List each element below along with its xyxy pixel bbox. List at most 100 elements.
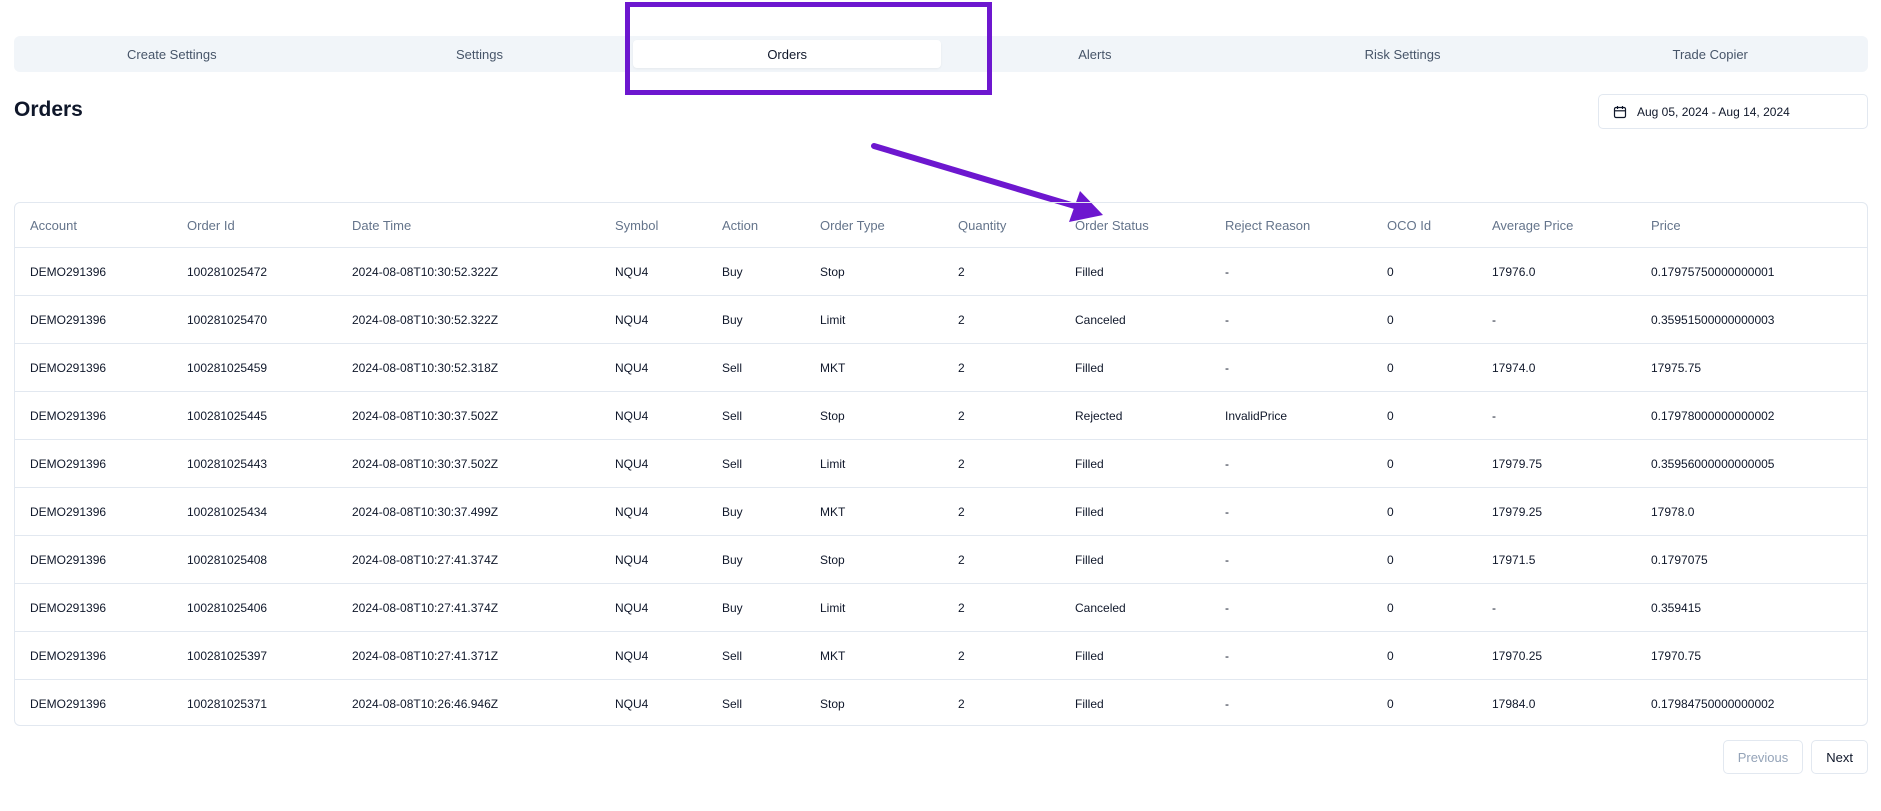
table-row[interactable]: DEMO291396 100281025443 2024-08-08T10:30:3… bbox=[15, 439, 1867, 488]
table-cell: Buy bbox=[707, 247, 805, 296]
table-cell: DEMO291396 bbox=[15, 343, 172, 392]
table-cell: Limit bbox=[805, 295, 943, 344]
table-cell: - bbox=[1210, 439, 1372, 488]
table-cell: 0.35956000000000005 bbox=[1636, 439, 1867, 488]
table-cell: 0.1797075 bbox=[1636, 535, 1867, 584]
table-cell: Filled bbox=[1060, 439, 1210, 488]
table-cell: 0 bbox=[1372, 391, 1477, 440]
column-header[interactable]: Account bbox=[15, 203, 172, 248]
table-cell: 0 bbox=[1372, 295, 1477, 344]
table-row[interactable]: DEMO291396 100281025470 2024-08-08T10:30:5… bbox=[15, 295, 1867, 344]
column-header[interactable]: Action bbox=[707, 203, 805, 248]
date-range-picker[interactable]: Aug 05, 2024 - Aug 14, 2024 bbox=[1598, 94, 1868, 129]
table-cell: 2024-08-08T10:27:41.374Z bbox=[337, 583, 600, 632]
table-cell: Buy bbox=[707, 583, 805, 632]
table-cell: 2024-08-08T10:30:37.502Z bbox=[337, 391, 600, 440]
table-cell: 2 bbox=[943, 247, 1060, 296]
table-cell: DEMO291396 bbox=[15, 535, 172, 584]
tab-alerts[interactable]: Alerts bbox=[941, 40, 1249, 68]
date-range-label: Aug 05, 2024 - Aug 14, 2024 bbox=[1637, 104, 1790, 119]
table-cell: 100281025443 bbox=[172, 439, 337, 488]
table-cell: DEMO291396 bbox=[15, 631, 172, 680]
column-header[interactable]: Symbol bbox=[600, 203, 707, 248]
table-cell: NQU4 bbox=[615, 696, 649, 711]
table-cell: 0 bbox=[1372, 247, 1477, 296]
table-cell: 2024-08-08T10:30:52.318Z bbox=[337, 343, 600, 392]
table-row[interactable]: DEMO291396 100281025459 2024-08-08T10:30:5… bbox=[15, 343, 1867, 392]
table-cell: 2 bbox=[943, 583, 1060, 632]
table-cell: 100281025472 bbox=[172, 247, 337, 296]
table-cell: MKT bbox=[805, 631, 943, 680]
table-cell: 0.17975750000000001 bbox=[1636, 247, 1867, 296]
table-cell: Stop bbox=[805, 247, 943, 296]
table-cell: 17979.75 bbox=[1477, 439, 1636, 488]
table-cell: 2 bbox=[943, 391, 1060, 440]
table-cell: NQU4 bbox=[600, 631, 707, 680]
tab-settings[interactable]: Settings bbox=[326, 40, 634, 68]
table-cell: Filled bbox=[1060, 247, 1210, 296]
table-cell: DEMO291396 bbox=[15, 391, 172, 440]
table-cell: InvalidPrice bbox=[1210, 391, 1372, 440]
column-header[interactable]: Quantity bbox=[943, 203, 1060, 248]
tab-orders[interactable]: Orders bbox=[633, 40, 942, 68]
table-row[interactable]: DEMO291396 100281025397 2024-08-08T10:27:4… bbox=[15, 631, 1867, 680]
previous-button[interactable]: Previous bbox=[1722, 740, 1804, 774]
table-row[interactable]: DEMO291396 100281025434 2024-08-08T10:30:3… bbox=[15, 487, 1867, 536]
table-row[interactable]: DEMO291396 100281025408 2024-08-08T10:27:4… bbox=[15, 535, 1867, 584]
tab-trade-copier[interactable]: Trade Copier bbox=[1556, 40, 1864, 68]
table-cell: Filled bbox=[1060, 631, 1210, 680]
table-cell: - bbox=[1210, 343, 1372, 392]
table-cell: NQU4 bbox=[600, 295, 707, 344]
table-cell: - bbox=[1225, 696, 1229, 711]
table-cell: 2 bbox=[943, 631, 1060, 680]
table-cell: NQU4 bbox=[600, 487, 707, 536]
column-header[interactable]: Order Status bbox=[1060, 203, 1210, 248]
table-cell: NQU4 bbox=[600, 391, 707, 440]
table-cell: - bbox=[1210, 295, 1372, 344]
table-cell: Canceled bbox=[1060, 583, 1210, 632]
orders-table: Account Order Id Date Time Symbol Action… bbox=[14, 202, 1868, 726]
table-cell: DEMO291396 bbox=[15, 295, 172, 344]
table-cell: 0.35951500000000003 bbox=[1636, 295, 1867, 344]
calendar-icon bbox=[1613, 105, 1627, 119]
table-cell: 17970.25 bbox=[1477, 631, 1636, 680]
column-header[interactable]: Order Id bbox=[172, 203, 337, 248]
column-header[interactable]: OCO Id bbox=[1372, 203, 1477, 248]
column-header[interactable]: Order Type bbox=[805, 203, 943, 248]
table-row[interactable]: DEMO291396 100281025406 2024-08-08T10:27:4… bbox=[15, 583, 1867, 632]
tab-risk-settings[interactable]: Risk Settings bbox=[1249, 40, 1557, 68]
tab-create-settings[interactable]: Create Settings bbox=[18, 40, 326, 68]
table-cell: - bbox=[1210, 247, 1372, 296]
table-cell: NQU4 bbox=[600, 583, 707, 632]
table-cell: Buy bbox=[707, 535, 805, 584]
table-cell: 2024-08-08T10:26:46.946Z bbox=[352, 696, 499, 711]
table-cell: DEMO291396 bbox=[15, 247, 172, 296]
table-cell: 0 bbox=[1372, 631, 1477, 680]
table-row[interactable]: DEMO291396 100281025472 2024-08-08T10:30:5… bbox=[15, 247, 1867, 296]
table-cell: 0 bbox=[1372, 583, 1477, 632]
table-cell: 2 bbox=[943, 295, 1060, 344]
column-header[interactable]: Price bbox=[1636, 203, 1867, 248]
table-cell: 0 bbox=[1372, 487, 1477, 536]
next-button[interactable]: Next bbox=[1811, 740, 1868, 774]
column-header[interactable]: Average Price bbox=[1477, 203, 1636, 248]
table-cell: 2 bbox=[943, 535, 1060, 584]
table-cell: NQU4 bbox=[600, 439, 707, 488]
table-cell: Sell bbox=[707, 631, 805, 680]
table-cell: 2 bbox=[958, 696, 965, 711]
column-header[interactable]: Date Time bbox=[337, 203, 600, 248]
table-cell: MKT bbox=[805, 343, 943, 392]
table-cell: DEMO291396 bbox=[30, 696, 107, 711]
table-cell: 0 bbox=[1372, 535, 1477, 584]
table-cell: 0 bbox=[1372, 439, 1477, 488]
table-cell: Rejected bbox=[1060, 391, 1210, 440]
table-cell: - bbox=[1210, 583, 1372, 632]
table-row[interactable]: DEMO291396 100281025445 2024-08-08T10:30:3… bbox=[15, 391, 1867, 440]
table-cell: 0 bbox=[1387, 696, 1394, 711]
table-cell: - bbox=[1210, 535, 1372, 584]
table-cell: 2 bbox=[943, 343, 1060, 392]
table-cell: Limit bbox=[805, 583, 943, 632]
table-cell: Sell bbox=[707, 343, 805, 392]
column-header[interactable]: Reject Reason bbox=[1210, 203, 1372, 248]
table-row[interactable]: DEMO291396 100281025371 2024-08-08T10:26:4… bbox=[15, 680, 1867, 726]
